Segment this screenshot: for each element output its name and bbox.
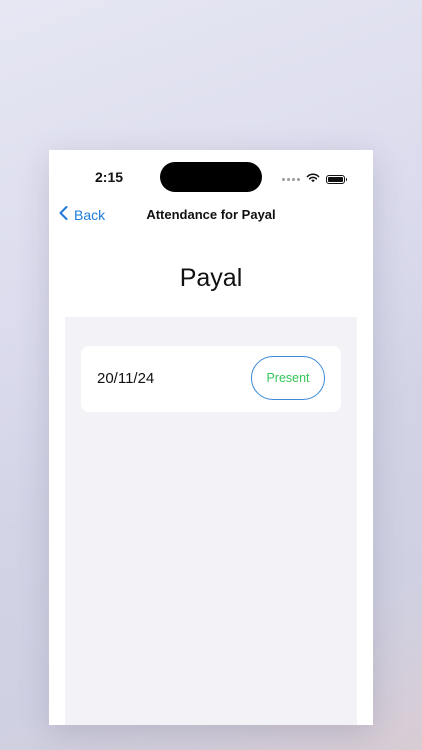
status-bar: 2:15 <box>49 150 373 204</box>
record-date: 20/11/24 <box>97 370 155 387</box>
wifi-icon <box>306 170 320 188</box>
attendance-record: 20/11/24 Present <box>81 346 341 412</box>
signal-dots-icon <box>282 177 300 181</box>
page-title: Payal <box>179 264 243 292</box>
attendance-list: 20/11/24 Present <box>65 317 357 725</box>
phone-screen: 2:15 Back Attendance for Payal Payal 20/… <box>49 150 373 725</box>
nav-title: Attendance for Payal <box>146 207 276 222</box>
navigation-bar: Back Attendance for Payal <box>49 200 373 230</box>
dynamic-island <box>160 162 262 192</box>
status-time: 2:15 <box>95 169 124 185</box>
status-icons <box>282 170 347 188</box>
status-badge-present[interactable]: Present <box>251 356 325 400</box>
battery-icon <box>326 174 347 184</box>
